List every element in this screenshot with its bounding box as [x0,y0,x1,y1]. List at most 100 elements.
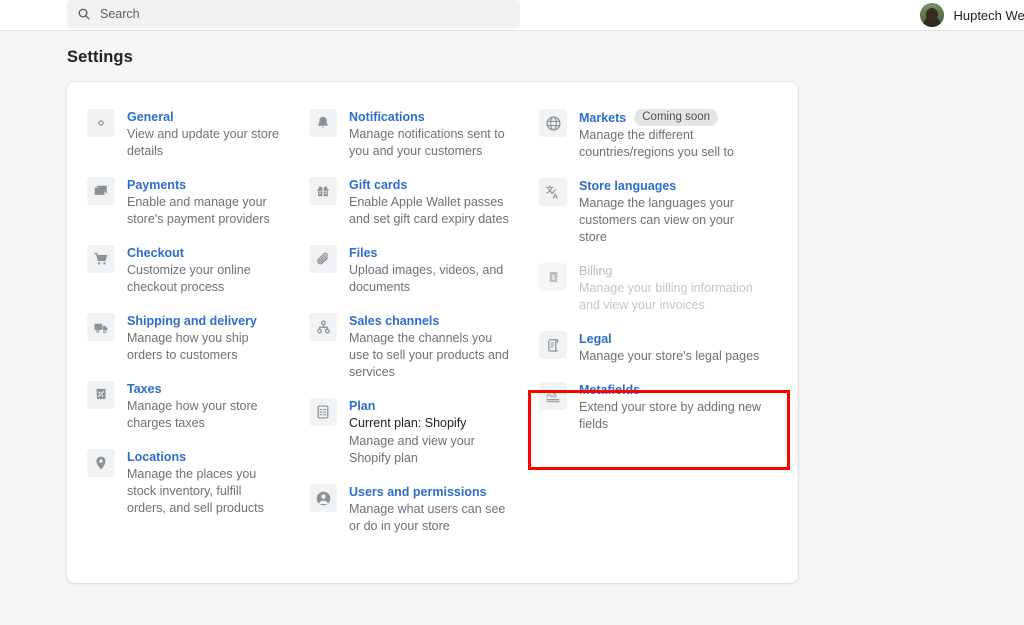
setting-item-notifications[interactable]: Notifications Manage notifications sent … [289,100,519,168]
setting-item-markets[interactable]: Markets Coming soon Manage the different… [519,100,798,169]
setting-title: Gift cards [349,178,408,192]
setting-item-taxes[interactable]: Taxes Manage how your store charges taxe… [67,372,289,440]
setting-title: Billing [579,264,613,278]
credit-card-icon [87,177,115,205]
setting-desc: Extend your store by adding new fields [579,400,762,431]
setting-title: Files [349,246,378,260]
gift-card-icon [309,177,337,205]
avatar [920,3,945,27]
setting-desc: View and update your store details [127,127,279,158]
setting-item-gift-cards[interactable]: Gift cards Enable Apple Wallet passes an… [289,168,519,236]
user-name: Huptech Web [953,7,1024,23]
search-input[interactable]: Search [67,0,520,28]
svg-text:Aa: Aa [546,389,557,399]
setting-text: Shipping and delivery Manage how you shi… [127,312,279,364]
setting-title: Legal [579,332,612,346]
setting-text: Users and permissions Manage what users … [349,483,509,535]
title-row: Store languages [579,178,765,194]
setting-item-shipping-and-delivery[interactable]: Shipping and delivery Manage how you shi… [67,304,289,372]
setting-item-general[interactable]: General View and update your store detai… [67,100,289,168]
setting-title: Notifications [349,110,425,124]
setting-text: Legal Manage your store's legal pages [579,330,759,365]
setting-title: General [127,110,174,124]
search-placeholder: Search [100,6,140,21]
billing-receipt-icon: $ [539,263,567,291]
page-title: Settings [67,48,133,66]
title-row: Locations [127,449,279,465]
receipt-percent-icon [87,381,115,409]
setting-item-legal[interactable]: Legal Manage your store's legal pages [519,322,798,373]
metafields-aa-icon: Aa [539,382,567,410]
setting-desc: Manage what users can see or do in your … [349,502,506,533]
setting-title: Payments [127,178,187,192]
title-row: General [127,109,279,125]
bell-icon [309,109,337,137]
sales-channels-icon [309,313,337,341]
setting-text: Notifications Manage notifications sent … [349,108,509,160]
user-menu[interactable]: Huptech Web [920,1,1024,29]
setting-text: Billing Manage your billing information … [579,262,765,314]
setting-desc: Customize your online checkout process [127,263,251,294]
setting-title: Locations [127,450,187,464]
setting-title: Taxes [127,382,162,396]
setting-text: Payments Enable and manage your store's … [127,176,279,228]
title-row: Sales channels [349,313,509,329]
top-bar: Search Huptech Web [0,0,1024,31]
setting-desc: Manage and view your Shopify plan [349,434,475,465]
setting-item-checkout[interactable]: Checkout Customize your online checkout … [67,236,289,304]
title-row: Notifications [349,109,509,125]
setting-item-users-and-permissions[interactable]: Users and permissions Manage what users … [289,475,519,543]
settings-column-3: Markets Coming soon Manage the different… [519,100,798,543]
setting-item-locations[interactable]: Locations Manage the places you stock in… [67,440,289,525]
title-row: Checkout [127,245,279,261]
gear-icon [87,109,115,137]
search-icon [78,8,90,20]
setting-desc: Enable Apple Wallet passes and set gift … [349,195,509,226]
setting-desc: Manage the different countries/regions y… [579,128,734,159]
setting-desc: Manage your billing information and view… [579,281,753,312]
paperclip-icon [309,245,337,273]
setting-desc: Manage the places you stock inventory, f… [127,467,264,515]
setting-subtitle: Current plan: Shopify [349,416,467,430]
setting-title: Metafields [579,383,641,397]
setting-title: Plan [349,399,376,413]
setting-title: Store languages [579,179,677,193]
translate-icon: 文 A [539,178,567,206]
setting-text: Checkout Customize your online checkout … [127,244,279,296]
setting-desc: Manage how your store charges taxes [127,399,258,430]
setting-desc: Manage the languages your customers can … [579,196,734,244]
title-row: Payments [127,177,279,193]
setting-item-store-languages[interactable]: 文 A Store languages Manage the languages… [519,169,798,254]
settings-column-2: Notifications Manage notifications sent … [289,100,519,543]
setting-item-plan[interactable]: Plan Current plan: Shopify Manage and vi… [289,389,519,475]
setting-text: General View and update your store detai… [127,108,279,160]
globe-icon [539,109,567,137]
setting-text: Plan Current plan: Shopify Manage and vi… [349,397,509,467]
title-row: Users and permissions [349,484,509,500]
settings-grid: General View and update your store detai… [67,82,798,583]
setting-item-payments[interactable]: Payments Enable and manage your store's … [67,168,289,236]
title-row: Shipping and delivery [127,313,279,329]
legal-scroll-icon [539,331,567,359]
title-row: Markets Coming soon [579,109,765,126]
setting-item-billing: $ Billing Manage your billing informatio… [519,254,798,322]
location-pin-icon [87,449,115,477]
svg-text:A: A [552,191,558,200]
setting-text: Gift cards Enable Apple Wallet passes an… [349,176,509,228]
title-row: Files [349,245,509,261]
setting-item-metafields[interactable]: Aa Metafields Extend your store by addin… [519,373,798,441]
setting-text: Markets Coming soon Manage the different… [579,108,765,161]
setting-text: Files Upload images, videos, and documen… [349,244,509,296]
setting-desc: Upload images, videos, and documents [349,263,504,294]
title-row: Legal [579,331,759,347]
status-badge: Coming soon [634,109,719,126]
setting-title: Markets [579,110,627,125]
setting-item-files[interactable]: Files Upload images, videos, and documen… [289,236,519,304]
title-row: Metafields [579,382,765,398]
user-circle-icon [309,484,337,512]
setting-text: Store languages Manage the languages you… [579,177,765,246]
truck-icon [87,313,115,341]
plan-list-icon [309,398,337,426]
setting-text: Metafields Extend your store by adding n… [579,381,765,433]
setting-item-sales-channels[interactable]: Sales channels Manage the channels you u… [289,304,519,389]
